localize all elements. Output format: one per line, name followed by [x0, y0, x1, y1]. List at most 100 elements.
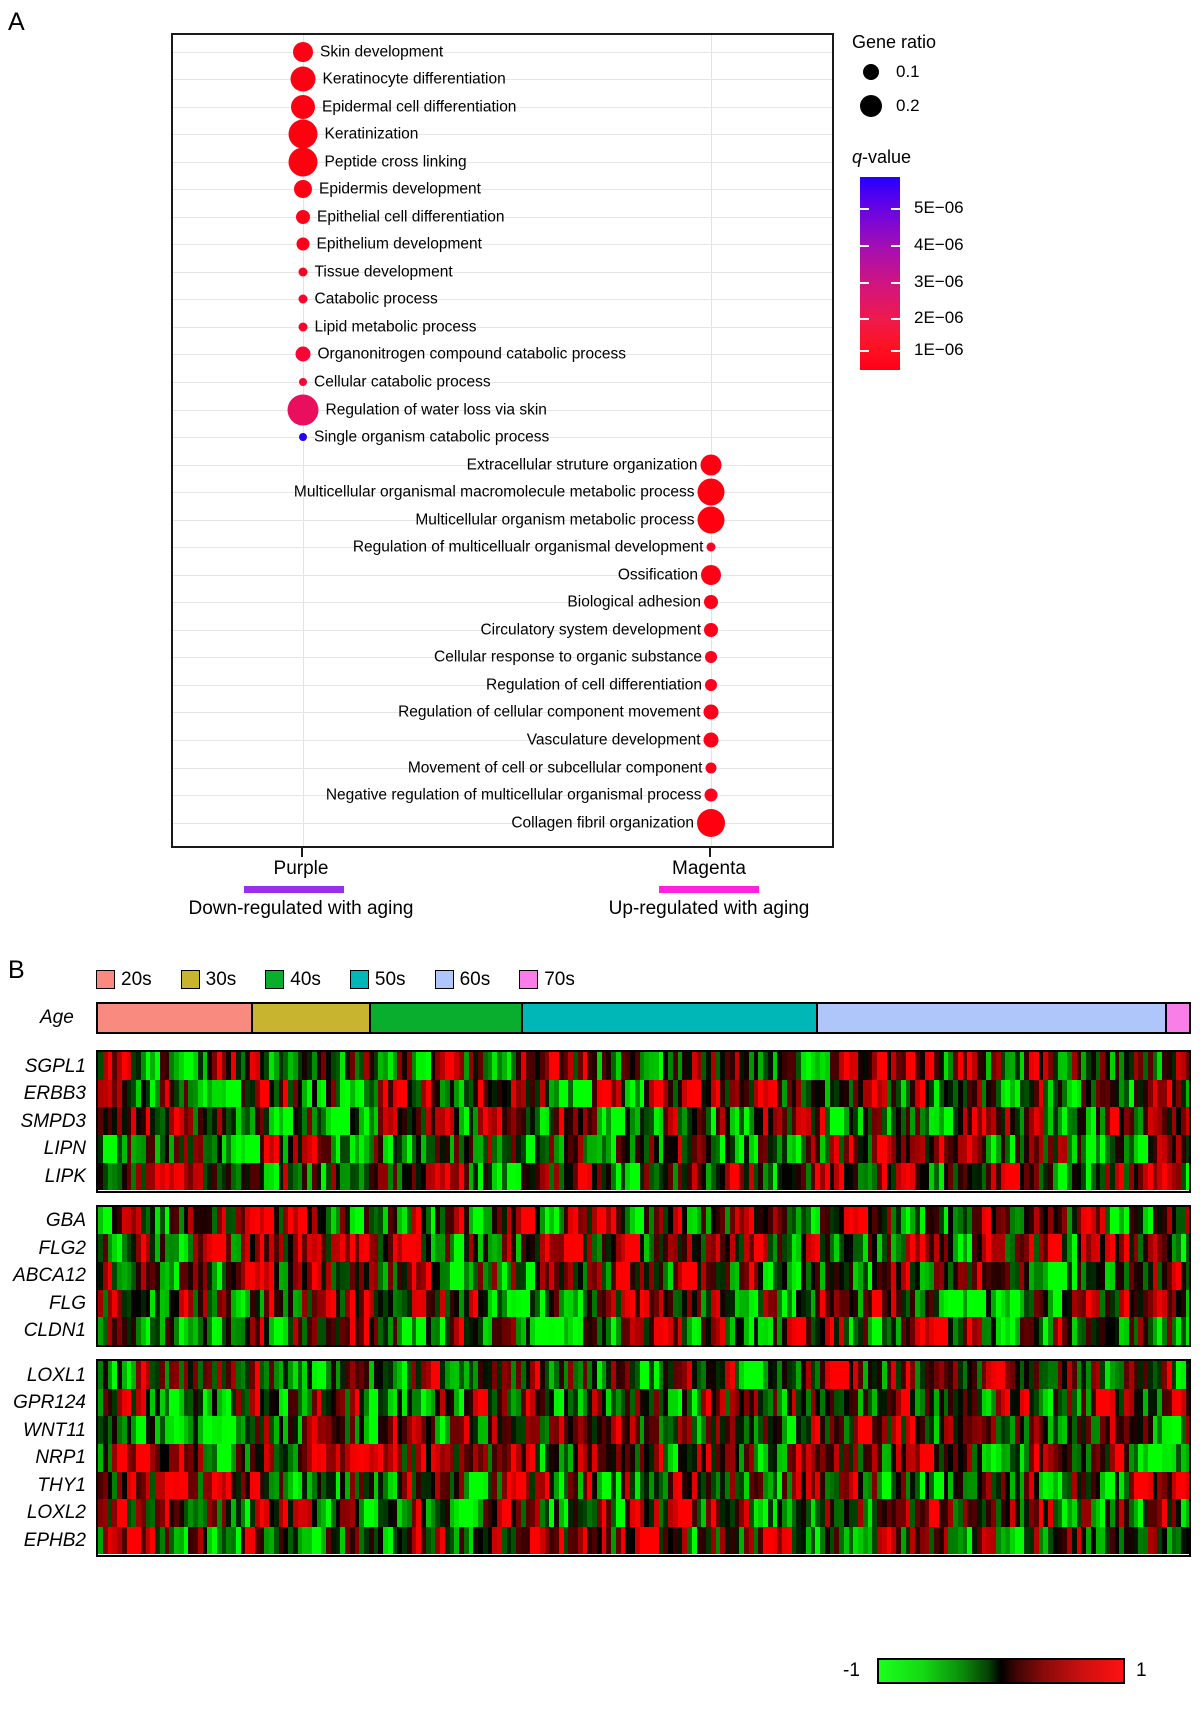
dotplot-point[interactable] — [298, 294, 308, 304]
dotplot-row[interactable]: Regulation of cellular component movemen… — [173, 698, 832, 726]
dotplot-point[interactable] — [705, 762, 717, 774]
dotplot-point[interactable] — [288, 119, 318, 149]
age-segment-20s[interactable] — [98, 1004, 253, 1032]
heatmap-cell — [1185, 1416, 1189, 1444]
dotplot-point[interactable] — [294, 180, 312, 199]
go-term-label: Keratinocyte differentiation — [322, 70, 506, 88]
dotplot-point[interactable] — [697, 808, 725, 837]
dotplot-point[interactable] — [704, 595, 718, 610]
heatmap-row-CLDN1[interactable] — [98, 1317, 1189, 1345]
heatmap-block-3[interactable] — [96, 1359, 1191, 1557]
heatmap-block-1[interactable] — [96, 1050, 1191, 1193]
heatmap-cell — [1185, 1317, 1189, 1345]
age-legend-item-20s[interactable]: 20s — [96, 970, 152, 989]
heatmap-row-NRP1[interactable] — [98, 1443, 1189, 1472]
dotplot-row[interactable]: Multicellular organism metabolic process — [173, 506, 832, 534]
dotplot-point[interactable] — [288, 147, 318, 177]
dotplot-row[interactable]: Biological adhesion — [173, 588, 832, 616]
heatmap-row-LIPN[interactable] — [98, 1135, 1189, 1163]
heatmap-row-FLG[interactable] — [98, 1289, 1189, 1318]
age-legend-item-40s[interactable]: 40s — [265, 970, 321, 989]
dotplot-point[interactable] — [296, 209, 310, 224]
dotplot-point[interactable] — [290, 66, 316, 92]
heatmap-row-LIPK[interactable] — [98, 1162, 1189, 1191]
dotplot-row[interactable]: Collagen fibril organization — [173, 808, 832, 837]
dotplot-point[interactable] — [697, 506, 725, 534]
dotplot-row[interactable]: Epidermis development — [173, 175, 832, 203]
age-segment-60s[interactable] — [818, 1004, 1168, 1032]
dotplot-point[interactable] — [701, 564, 721, 585]
heatmap-row-LOXL1[interactable] — [98, 1361, 1189, 1389]
dotplot-row[interactable]: Keratinization — [173, 119, 832, 149]
dotplot-row[interactable]: Epithelial cell differentiation — [173, 203, 832, 231]
dotplot-point[interactable] — [299, 433, 307, 442]
heatmap-cell — [1185, 1361, 1189, 1389]
dotplot-row[interactable]: Regulation of cell differentiation — [173, 671, 832, 699]
scale-max-label: 1 — [1136, 1660, 1147, 1681]
age-segment-40s[interactable] — [370, 1004, 524, 1032]
age-segment-70s[interactable] — [1167, 1004, 1189, 1032]
heatmap-row-THY1[interactable] — [98, 1471, 1189, 1500]
heatmap-row-EPHB2[interactable] — [98, 1526, 1189, 1555]
age-legend-item-50s[interactable]: 50s — [349, 970, 406, 989]
heatmap-row-ERBB3[interactable] — [98, 1079, 1189, 1108]
dotplot-point[interactable] — [298, 267, 308, 277]
dotplot-point[interactable] — [291, 94, 315, 119]
heatmap-row-SMPD3[interactable] — [98, 1107, 1189, 1136]
xtick-magenta — [709, 848, 711, 857]
dotplot-point[interactable] — [295, 346, 311, 362]
heatmap-row-GBA[interactable] — [98, 1206, 1189, 1235]
dotplot-row[interactable]: Catabolic process — [173, 285, 832, 313]
age-legend-label-40s: 40s — [290, 969, 321, 990]
dotplot-row[interactable]: Vasculature development — [173, 726, 832, 754]
go-term-label: Skin development — [320, 42, 444, 60]
dotplot-row[interactable]: Movement of cell or subcellular componen… — [173, 754, 832, 782]
heatmap-row-WNT11[interactable] — [98, 1416, 1189, 1444]
dotplot-row[interactable]: Tissue development — [173, 258, 832, 286]
dotplot-row[interactable]: Negative regulation of multicellular org… — [173, 781, 832, 809]
dotplot-point[interactable] — [704, 788, 718, 802]
dotplot-row[interactable]: Cellular catabolic process — [173, 368, 832, 396]
age-segment-50s[interactable] — [523, 1004, 819, 1032]
heatmap-row-FLG2[interactable] — [98, 1234, 1189, 1262]
heatmap-cell — [1185, 1206, 1189, 1235]
dotplot-row[interactable]: Extracellular struture organization — [173, 451, 832, 479]
dotplot-row[interactable]: Ossification — [173, 561, 832, 589]
dotplot-row[interactable]: Organonitrogen compound catabolic proces… — [173, 340, 832, 368]
age-legend-item-70s[interactable]: 70s — [519, 970, 575, 989]
dotplot-point[interactable] — [703, 732, 719, 748]
dotplot-point[interactable] — [706, 542, 716, 552]
dotplot-point[interactable] — [298, 322, 308, 332]
dotplot-row[interactable]: Epithelium development — [173, 230, 832, 258]
dotplot-row[interactable]: Peptide cross linking — [173, 147, 832, 177]
dotplot-row[interactable]: Circulatory system development — [173, 616, 832, 644]
dotplot-row[interactable]: Single organism catabolic process — [173, 423, 832, 451]
heatmap-block-2[interactable] — [96, 1204, 1191, 1347]
dotplot-row[interactable]: Skin development — [173, 38, 832, 66]
dotplot-row[interactable]: Lipid metabolic process — [173, 313, 832, 341]
dotplot-point[interactable] — [704, 622, 718, 637]
age-legend-item-30s[interactable]: 30s — [180, 970, 236, 989]
dotplot-point[interactable] — [296, 237, 310, 251]
age-segment-30s[interactable] — [252, 1004, 371, 1032]
dotplot-row[interactable]: Multicellular organismal macromolecule m… — [173, 478, 832, 506]
dotplot-row[interactable]: Keratinocyte differentiation — [173, 65, 832, 93]
dotplot-row[interactable]: Cellular response to organic substance — [173, 643, 832, 671]
dotplot-point[interactable] — [703, 704, 719, 720]
age-legend-item-60s[interactable]: 60s — [434, 970, 490, 989]
dotplot-point[interactable] — [287, 394, 319, 426]
dotplot-point[interactable] — [299, 377, 307, 386]
heatmap-row-SGPL1[interactable] — [98, 1052, 1189, 1080]
heatmap-row-ABCA12[interactable] — [98, 1261, 1189, 1290]
dotplot-row[interactable]: Regulation of multicellualr organismal d… — [173, 533, 832, 561]
dotplot-point[interactable] — [697, 478, 725, 506]
dotplot-point[interactable] — [293, 41, 313, 62]
heatmap-row-GPR124[interactable] — [98, 1388, 1189, 1417]
dotplot-point[interactable] — [705, 678, 717, 691]
gene-label-ERBB3: ERBB3 — [23, 1083, 86, 1105]
dotplot-row[interactable]: Epidermal cell differentiation — [173, 93, 832, 121]
dotplot-row[interactable]: Regulation of water loss via skin — [173, 394, 832, 426]
dotplot-point[interactable] — [700, 454, 722, 476]
dotplot-point[interactable] — [705, 651, 717, 664]
heatmap-row-LOXL2[interactable] — [98, 1499, 1189, 1527]
